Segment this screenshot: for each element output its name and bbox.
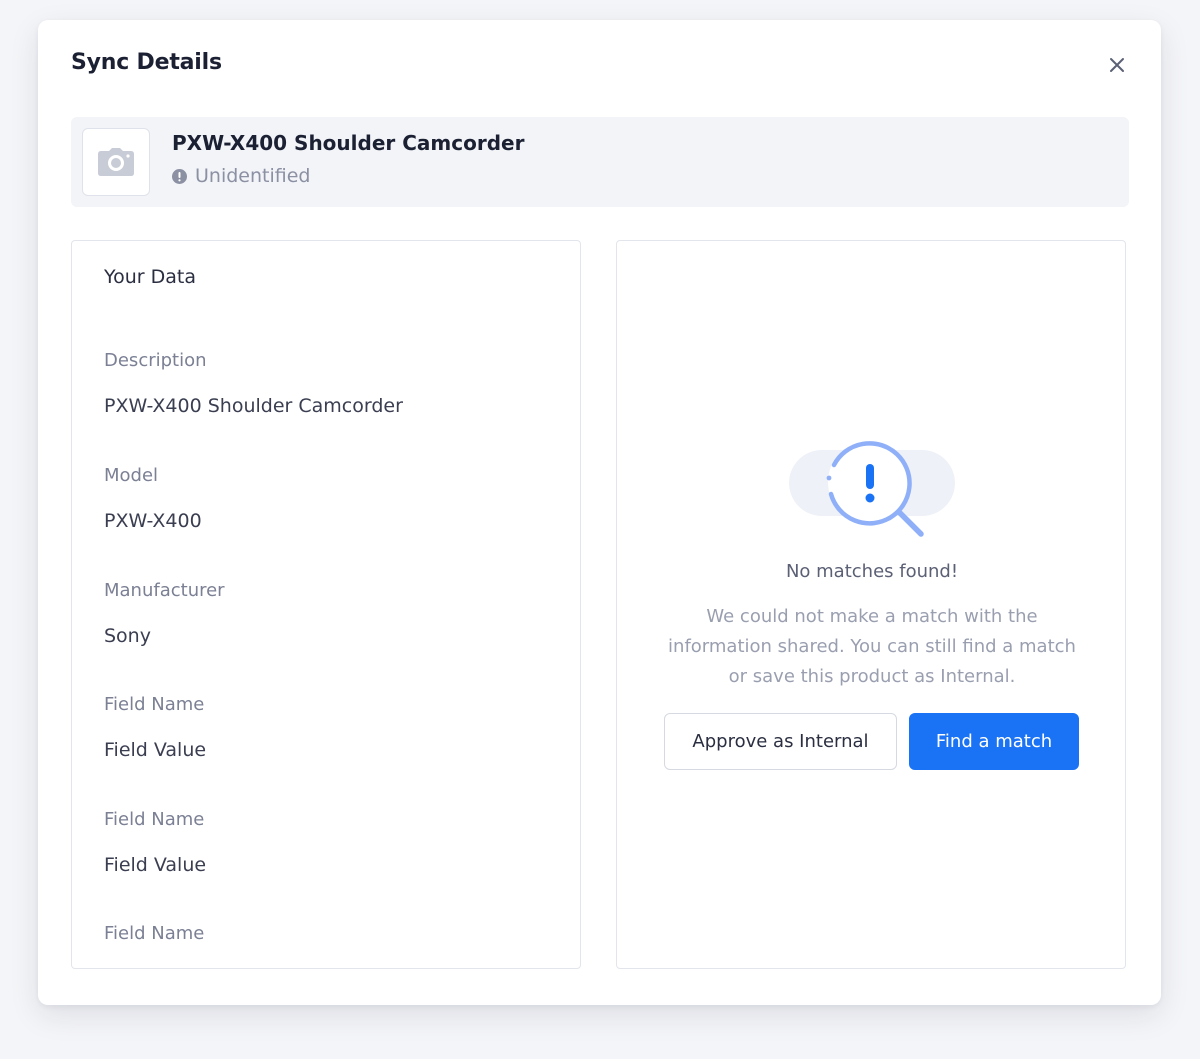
description-line: We could not make a match with the (706, 606, 1038, 627)
sync-details-modal: Sync Details PXW-X400 Shoulder Camcorder… (38, 20, 1161, 1005)
info-icon (172, 168, 187, 184)
field-value: Field Value (104, 854, 207, 876)
field-generic: Field Name Field Value (104, 808, 206, 877)
field-generic: Field Name Field Value (104, 693, 206, 762)
description-line: information shared. You can still find a… (668, 636, 1076, 657)
close-button[interactable] (1104, 52, 1130, 78)
find-a-match-button[interactable]: Find a match (909, 713, 1079, 770)
empty-state-title: No matches found! (785, 561, 959, 582)
field-description: Description PXW-X400 Shoulder Camcorder (104, 349, 403, 418)
field-label: Field Name (104, 923, 205, 944)
field-label: Field Name (104, 809, 205, 830)
field-manufacturer: Manufacturer Sony (104, 579, 225, 648)
panel-title: Your Data (104, 266, 196, 288)
field-model: Model PXW-X400 (104, 464, 202, 533)
match-panel: No matches found! We could not make a ma… (616, 240, 1126, 969)
modal-title: Sync Details (71, 50, 222, 75)
your-data-panel[interactable]: Your Data Description PXW-X400 Shoulder … (71, 240, 581, 969)
field-value: Sony (104, 625, 151, 647)
field-value: PXW-X400 (104, 510, 202, 532)
product-name: PXW-X400 Shoulder Camcorder (172, 131, 525, 155)
product-thumbnail (82, 128, 150, 196)
field-label: Model (104, 465, 159, 486)
close-icon (1110, 58, 1124, 72)
product-header: PXW-X400 Shoulder Camcorder Unidentified (71, 117, 1129, 207)
status-badge: Unidentified (172, 165, 310, 187)
approve-as-internal-button[interactable]: Approve as Internal (664, 713, 897, 770)
field-label: Manufacturer (104, 580, 225, 601)
field-label: Description (104, 350, 207, 371)
camera-icon (98, 148, 134, 176)
field-generic: Field Name (104, 922, 204, 946)
field-value: Field Value (104, 739, 207, 761)
description-line: or save this product as Internal. (728, 666, 1016, 687)
magnifier-alert-icon (789, 441, 955, 537)
action-buttons: Approve as Internal Find a match (664, 713, 1079, 770)
no-matches-empty-state: No matches found! We could not make a ma… (617, 241, 1125, 968)
field-value: PXW-X400 Shoulder Camcorder (104, 395, 403, 417)
empty-state-description: We could not make a match with the infor… (647, 602, 1097, 692)
field-label: Field Name (104, 694, 205, 715)
status-text: Unidentified (195, 165, 311, 187)
